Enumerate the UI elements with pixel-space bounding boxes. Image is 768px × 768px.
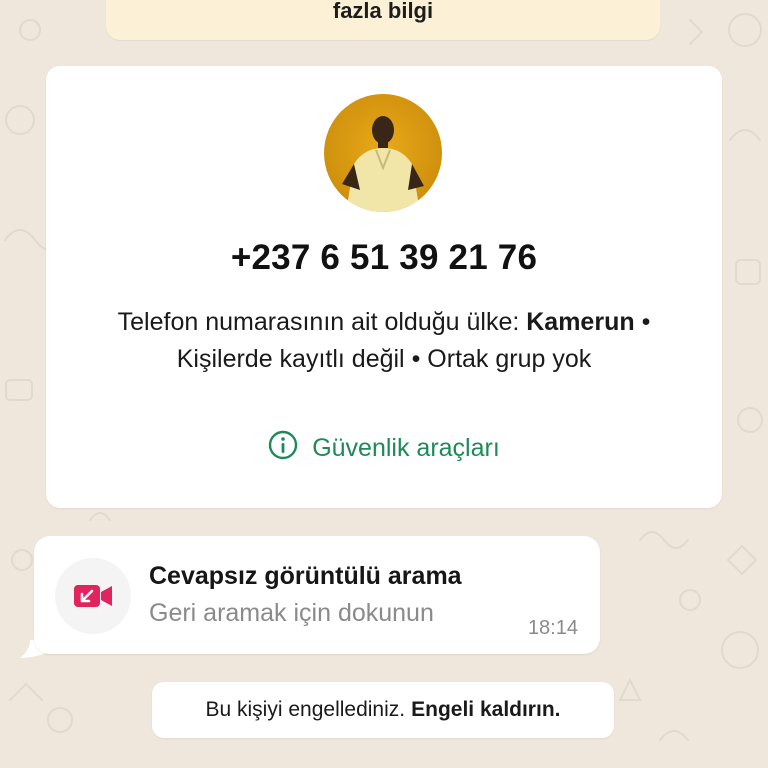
more-info-banner[interactable]: fazla bilgi <box>106 0 660 40</box>
contact-info-card: +237 6 51 39 21 76 Telefon numarasının a… <box>46 66 722 508</box>
missed-video-call-icon-wrapper <box>55 558 131 634</box>
blocked-text: Bu kişiyi engellediniz. <box>205 698 406 721</box>
blocked-notice: Bu kişiyi engellediniz. Engeli kaldırın. <box>152 682 614 738</box>
contact-status-line: Kişilerde kayıtlı değil • Ortak grup yok <box>46 345 722 374</box>
call-subtitle: Geri aramak için dokunun <box>149 599 434 627</box>
safety-tools-label: Güvenlik araçları <box>312 434 500 462</box>
call-title: Cevapsız görüntülü arama <box>149 562 462 590</box>
country-prefix: Telefon numarasının ait olduğu ülke: <box>117 308 520 336</box>
banner-text: fazla bilgi <box>332 0 434 23</box>
safety-tools-button[interactable]: Güvenlik araçları <box>46 430 722 467</box>
info-separator: • <box>411 345 421 373</box>
avatar[interactable] <box>324 94 442 212</box>
call-timestamp: 18:14 <box>527 617 578 639</box>
country-name: Kamerun <box>526 308 635 336</box>
unblock-link[interactable]: Engeli kaldırın. <box>411 698 560 722</box>
avatar-image <box>324 94 442 212</box>
contact-country-line: Telefon numarasının ait olduğu ülke: Kam… <box>46 308 722 337</box>
info-icon <box>268 430 298 467</box>
info-separator: • <box>641 308 651 336</box>
contact-phone-number: +237 6 51 39 21 76 <box>230 238 538 277</box>
missed-video-call-icon <box>74 585 112 607</box>
missed-video-call-message[interactable]: Cevapsız görüntülü arama Geri aramak içi… <box>34 536 600 654</box>
not-saved-text: Kişilerde kayıtlı değil <box>176 345 405 373</box>
no-groups-text: Ortak grup yok <box>427 345 592 373</box>
